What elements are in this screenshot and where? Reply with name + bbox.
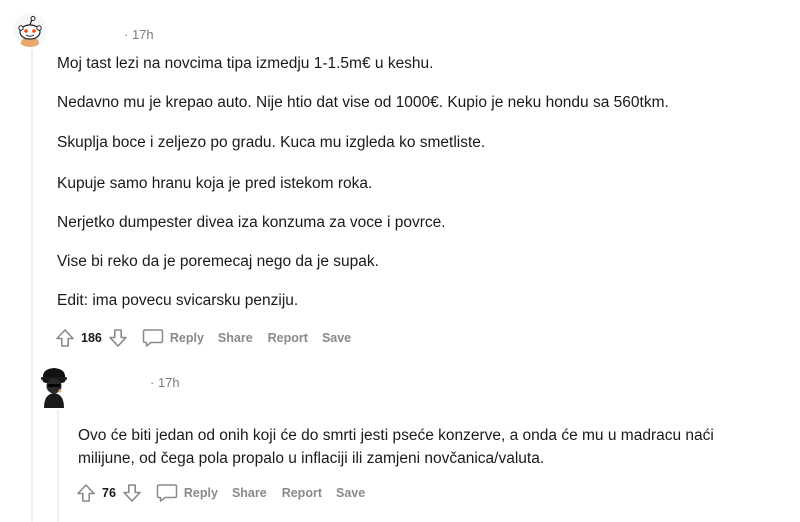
vote-score: 76 [102, 486, 116, 500]
upvote-button[interactable] [74, 481, 98, 505]
reply-label: Reply [183, 486, 218, 500]
upvote-arrow-icon [77, 484, 95, 502]
avatar[interactable] [13, 13, 47, 47]
upvote-button[interactable] [53, 326, 77, 350]
reply-button[interactable]: Reply [142, 328, 204, 348]
share-button[interactable]: Share [218, 331, 253, 345]
downvote-button[interactable] [120, 481, 144, 505]
report-button[interactable]: Report [282, 486, 322, 500]
comment-paragraph: Nerjetko dumpester divea iza konzuma za … [57, 214, 446, 231]
comment-timestamp[interactable]: · 17h [150, 375, 180, 390]
vote-score: 186 [81, 331, 102, 345]
share-button[interactable]: Share [232, 486, 267, 500]
reply-button[interactable]: Reply [156, 483, 218, 503]
thread-line-main[interactable] [31, 50, 33, 522]
save-button[interactable]: Save [322, 331, 351, 345]
speech-bubble-icon [142, 329, 164, 347]
comment-paragraph: Kupuje samo hranu koja je pred istekom r… [57, 175, 373, 192]
reply-label: Reply [169, 331, 204, 345]
comment-paragraph: Skuplja boce i zeljezo po gradu. Kuca mu… [57, 134, 486, 151]
downvote-button[interactable] [106, 326, 130, 350]
save-label: Save [335, 486, 366, 500]
comment-paragraph: Ovo će biti jedan od onih koji će do smr… [78, 427, 714, 444]
downvote-arrow-icon [109, 329, 127, 347]
thread-line-reply[interactable] [57, 410, 59, 522]
report-label: Report [281, 486, 322, 500]
downvote-arrow-icon [123, 484, 141, 502]
comment-paragraph: Edit: ima povecu svicarsku penziju. [57, 292, 299, 309]
speech-bubble-icon [156, 484, 178, 502]
comment-timestamp[interactable]: · 17h [124, 27, 154, 42]
comment-paragraph: Vise bi reko da je poremecaj nego da je … [57, 253, 379, 270]
report-label: Report [267, 331, 308, 345]
comment-paragraph: milijune, od čega pola propalo u inflaci… [78, 450, 545, 467]
comment-action-bar: 186 Reply Share Report Save [53, 326, 351, 350]
share-label: Share [231, 486, 267, 500]
save-label: Save [321, 331, 352, 345]
comment-paragraph: Moj tast lezi na novcima tipa izmedju 1-… [57, 55, 434, 72]
save-button[interactable]: Save [336, 486, 365, 500]
upvote-arrow-icon [56, 329, 74, 347]
avatar[interactable] [36, 366, 72, 408]
comment-paragraph: Nedavno mu je krepao auto. Nije htio dat… [57, 94, 669, 111]
comment-action-bar: 76 Reply Share Report Save [74, 481, 365, 505]
dark-figure-avatar-icon [41, 368, 67, 408]
snoo-avatar-icon [13, 13, 47, 47]
report-button[interactable]: Report [268, 331, 308, 345]
share-label: Share [217, 331, 253, 345]
